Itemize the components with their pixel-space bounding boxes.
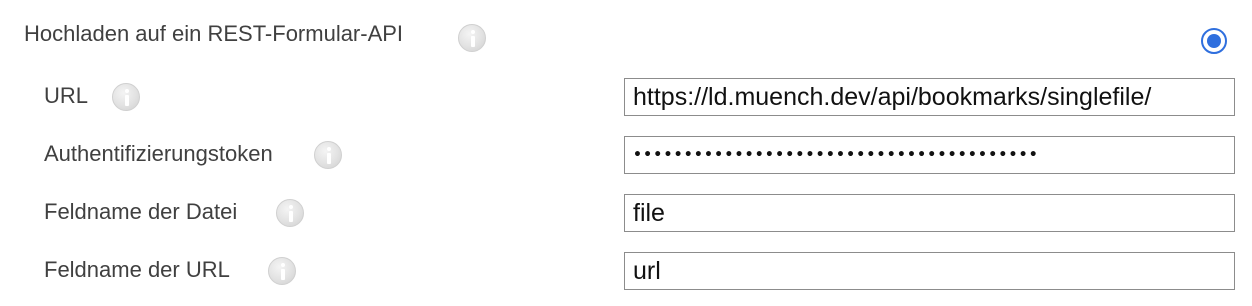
info-icon[interactable] bbox=[458, 24, 486, 52]
info-icon[interactable] bbox=[314, 141, 342, 169]
info-icon[interactable] bbox=[276, 199, 304, 227]
auth-token-input[interactable]: •••••••••••••••••••••••••••••••••••••••• bbox=[624, 136, 1235, 174]
section-title: Hochladen auf ein REST-Formular-API bbox=[24, 21, 404, 46]
info-icon[interactable] bbox=[268, 257, 296, 285]
auth-token-label: Authentifizierungstoken bbox=[44, 141, 273, 166]
upload-rest-api-radio[interactable] bbox=[1201, 28, 1227, 54]
info-icon[interactable] bbox=[112, 83, 140, 111]
url-fieldname-input[interactable]: url bbox=[624, 252, 1235, 290]
url-input[interactable]: https://ld.muench.dev/api/bookmarks/sing… bbox=[624, 78, 1235, 116]
url-label: URL bbox=[44, 83, 89, 108]
file-fieldname-input[interactable]: file bbox=[624, 194, 1235, 232]
file-fieldname-label: Feldname der Datei bbox=[44, 199, 238, 224]
radio-selected-dot bbox=[1207, 34, 1221, 48]
url-fieldname-label: Feldname der URL bbox=[44, 257, 230, 282]
